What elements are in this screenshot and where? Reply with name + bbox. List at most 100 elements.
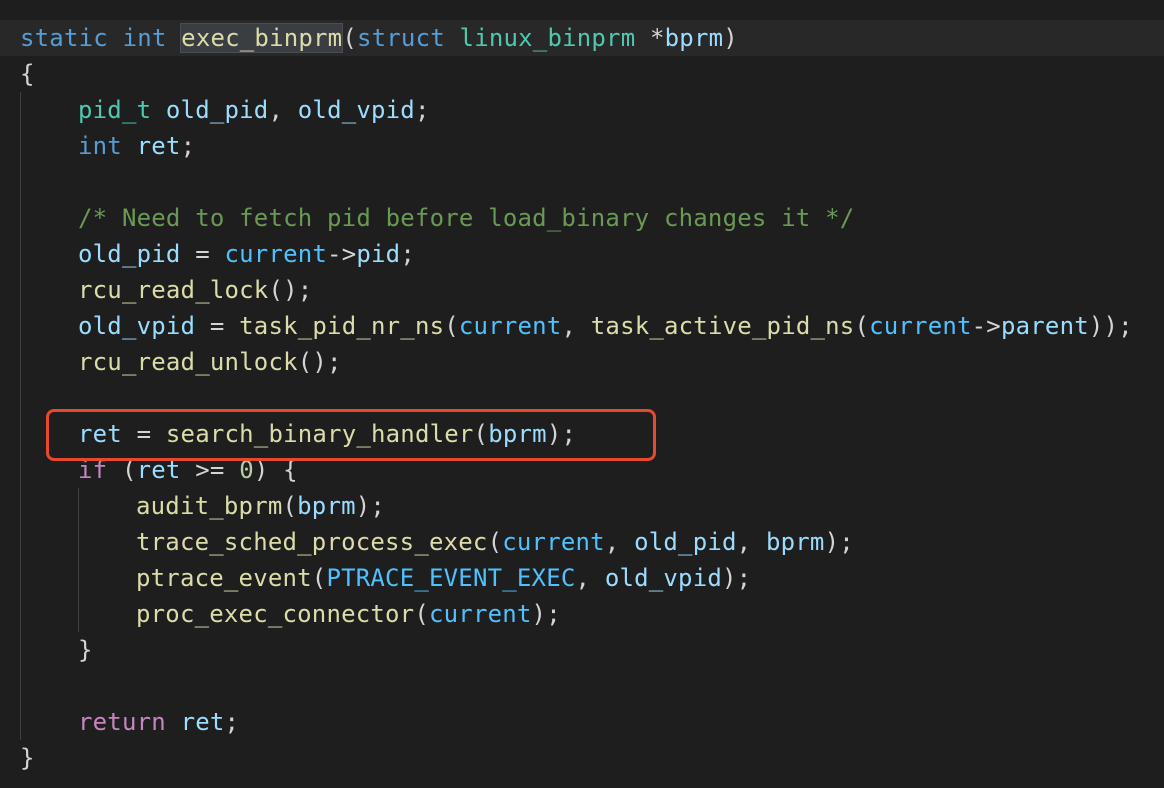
code-line[interactable]: int ret;: [20, 128, 1133, 164]
variable-token: old_pid: [165, 96, 269, 124]
macro-token: current: [224, 240, 328, 268]
control-keyword-token: return: [78, 708, 166, 736]
brace-token: }: [20, 744, 35, 772]
keyword-token: int: [78, 132, 122, 160]
function-call-token: rcu_read_unlock: [78, 348, 298, 376]
code-line[interactable]: if (ret >= 0) {: [20, 452, 1133, 488]
code-line[interactable]: static int exec_binprm(struct linux_binp…: [20, 20, 1133, 56]
comment-token: /* Need to fetch pid before load_binary …: [78, 204, 855, 232]
function-call-token: ptrace_event: [136, 564, 312, 592]
code-line-highlighted[interactable]: ret = search_binary_handler(bprm);: [20, 416, 1133, 452]
code-line-empty[interactable]: [20, 380, 1133, 416]
punct-token: );: [824, 528, 854, 556]
code-line-empty[interactable]: [20, 668, 1133, 704]
operator-token: ->: [971, 312, 1001, 340]
punct-token: ;: [400, 240, 415, 268]
operator-token: =: [195, 312, 240, 340]
code-line[interactable]: {: [20, 56, 1133, 92]
operator-token: >=: [180, 456, 240, 484]
punct-token: ): [723, 24, 738, 52]
punct-token: (: [473, 420, 489, 448]
code-line[interactable]: }: [20, 632, 1133, 668]
operator-token: =: [180, 240, 225, 268]
punct-token: (: [414, 600, 429, 628]
variable-token: bprm: [297, 492, 356, 520]
code-line[interactable]: return ret;: [20, 704, 1133, 740]
function-call-token: trace_sched_process_exec: [136, 528, 488, 556]
code-line[interactable]: audit_bprm(bprm);: [20, 488, 1133, 524]
function-call-token: rcu_read_lock: [78, 276, 269, 304]
macro-token: current: [429, 600, 532, 628]
punct-token: ;: [180, 132, 196, 160]
variable-token: old_vpid: [604, 564, 723, 592]
type-token: pid_t: [78, 96, 152, 124]
punct-token: ,: [604, 528, 635, 556]
code-line[interactable]: rcu_read_lock();: [20, 272, 1133, 308]
punct-token: (: [107, 456, 137, 484]
punct-token: (: [444, 312, 459, 340]
function-name-token[interactable]: exec_binprm: [180, 23, 344, 53]
variable-token: bprm: [664, 24, 724, 52]
operator-token: =: [121, 420, 166, 448]
code-line[interactable]: old_pid = current->pid;: [20, 236, 1133, 272]
macro-token: current: [458, 312, 562, 340]
punct-token: ;: [224, 708, 240, 736]
function-call-token: proc_exec_connector: [136, 600, 415, 628]
code-line-empty[interactable]: [20, 164, 1133, 200]
punct-token: ,: [575, 564, 605, 592]
punct-token: );: [531, 600, 561, 628]
variable-token: old_pid: [78, 240, 181, 268]
code-line[interactable]: rcu_read_unlock();: [20, 344, 1133, 380]
punct-token: (: [854, 312, 870, 340]
punct-token: (: [311, 564, 327, 592]
keyword-token: struct: [356, 24, 445, 52]
punct-token: ,: [268, 96, 298, 124]
punct-token: (: [487, 528, 503, 556]
code-line[interactable]: }: [20, 740, 1133, 776]
operator-token: ->: [327, 240, 357, 268]
punct-token: ) {: [253, 456, 298, 484]
code-line[interactable]: old_vpid = task_pid_nr_ns(current, task_…: [20, 308, 1133, 344]
variable-token: old_pid: [634, 528, 737, 556]
type-token: linux_binprm: [459, 24, 636, 52]
punct-token: ();: [268, 276, 313, 304]
punct-token: *: [650, 24, 665, 52]
function-call-token: task_active_pid_ns: [590, 312, 855, 340]
code-line[interactable]: trace_sched_process_exec(current, old_pi…: [20, 524, 1133, 560]
function-call-token: audit_bprm: [136, 492, 283, 520]
punct-token: );: [722, 564, 752, 592]
code-line[interactable]: /* Need to fetch pid before load_binary …: [20, 200, 1133, 236]
code-line[interactable]: proc_exec_connector(current);: [20, 596, 1133, 632]
punct-token: );: [546, 420, 577, 448]
control-keyword-token: if: [78, 456, 108, 484]
variable-token: ret: [180, 708, 225, 736]
macro-token: PTRACE_EVENT_EXEC: [326, 564, 576, 592]
punct-token: ,: [561, 312, 591, 340]
macro-token: current: [869, 312, 972, 340]
punct-token: ();: [297, 348, 342, 376]
number-token: 0: [239, 456, 254, 484]
punct-token: ,: [736, 528, 766, 556]
variable-token: bprm: [765, 528, 825, 556]
function-call-token: search_binary_handler: [165, 420, 474, 448]
variable-token: parent: [1000, 312, 1089, 340]
punct-token: );: [355, 492, 386, 520]
punct-token: ;: [414, 96, 430, 124]
variable-token: bprm: [488, 420, 547, 448]
keyword-token: int: [122, 24, 167, 52]
punct-token: (: [282, 492, 298, 520]
punct-token: (: [342, 24, 357, 52]
code-editor[interactable]: static int exec_binprm(struct linux_binp…: [0, 0, 1164, 788]
code-block[interactable]: static int exec_binprm(struct linux_binp…: [20, 20, 1133, 776]
function-call-token: task_pid_nr_ns: [239, 312, 445, 340]
macro-token: current: [502, 528, 605, 556]
variable-token: ret: [136, 132, 181, 160]
brace-token: {: [20, 60, 35, 88]
code-line[interactable]: pid_t old_pid, old_vpid;: [20, 92, 1133, 128]
variable-token: ret: [78, 420, 122, 448]
variable-token: old_vpid: [78, 312, 196, 340]
variable-token: ret: [136, 456, 181, 484]
code-line[interactable]: ptrace_event(PTRACE_EVENT_EXEC, old_vpid…: [20, 560, 1133, 596]
brace-token: }: [78, 636, 93, 664]
